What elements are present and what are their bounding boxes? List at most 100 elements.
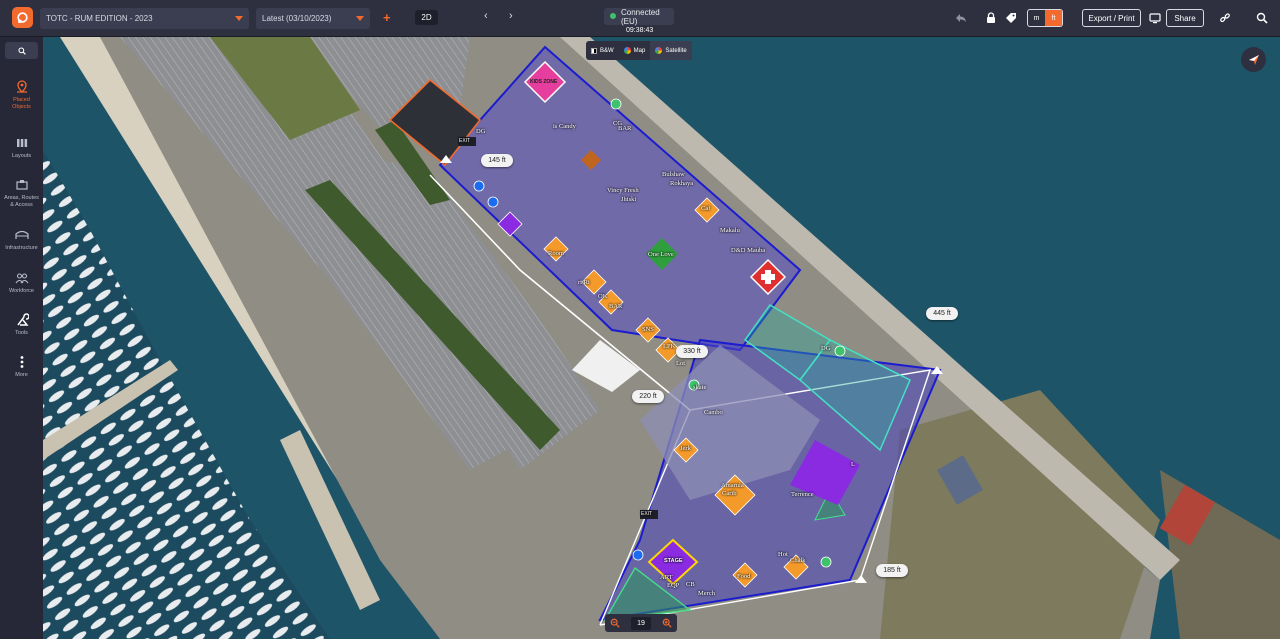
search-icon[interactable] [1255, 11, 1269, 25]
app-logo-icon[interactable] [12, 7, 33, 28]
layer-bw-label: B&W [600, 47, 614, 54]
sidebar-item-infrastructure[interactable]: Infrastructure [0, 228, 43, 252]
areas-icon [15, 180, 28, 190]
sidebar-item-layouts[interactable]: Layouts [0, 136, 43, 160]
infrastructure-icon [14, 230, 29, 239]
connection-status-label: Connected (EU) [621, 7, 660, 26]
chevron-right-icon[interactable]: › [509, 10, 513, 22]
connection-status: Connected (EU) [604, 7, 674, 26]
distance-label: 445 ft [926, 307, 958, 320]
map-canvas[interactable]: 145 ft 445 ft 330 ft 220 ft 185 ft KIDS … [43, 37, 1280, 639]
google-icon [623, 47, 631, 54]
chevron-down-icon [235, 16, 243, 21]
vendor-label: Merch [698, 590, 715, 597]
tools-icon [16, 313, 29, 326]
layouts-icon [16, 139, 27, 147]
vendor-label: Chalk [790, 557, 806, 564]
link-icon[interactable] [1218, 11, 1232, 25]
layer-map-option[interactable]: Map [619, 41, 651, 60]
sidebar-item-label: Areas, Routes & Access [4, 195, 39, 208]
unit-toggle[interactable]: m ft [1027, 9, 1063, 27]
vendor-label: CB [686, 581, 695, 588]
vendor-label: skate [693, 384, 707, 391]
export-print-button[interactable]: Export / Print [1082, 9, 1141, 27]
zoom-out-icon[interactable] [610, 618, 620, 628]
exit-label: EXIT [641, 511, 653, 517]
vendor-label: Jhiski [621, 196, 637, 203]
search-icon [17, 46, 26, 55]
vendor-label: Bulshaw [662, 171, 685, 178]
google-icon [655, 47, 663, 54]
sidebar-item-tools[interactable]: Tools [0, 313, 43, 337]
sidebar-item-workforce[interactable]: Workforce [0, 271, 43, 295]
version-select-value: Latest (03/10/2023) [262, 14, 332, 23]
vendor-label: D&D Mauba [731, 247, 766, 254]
sidebar-item-areas[interactable]: Areas, Routes & Access [0, 178, 43, 209]
zoom-level: 19 [631, 616, 651, 630]
vendor-label: Lot [676, 360, 686, 367]
vendor-label: Hot [778, 551, 788, 558]
layer-satellite-label: Satellite [665, 47, 687, 54]
sidebar: Placed Objects Layouts Areas, Routes & A… [0, 37, 43, 639]
distance-label: 220 ft [632, 390, 664, 403]
clock: 09:38:43 [626, 27, 654, 34]
status-dot-icon [610, 13, 616, 19]
vendor-label: DG [476, 128, 486, 135]
sidebar-item-label: Tools [15, 330, 28, 336]
unit-meters-option[interactable]: m [1028, 10, 1045, 26]
sidebar-item-label: More [15, 372, 28, 378]
chevron-left-icon[interactable]: ‹ [484, 10, 488, 22]
sidebar-item-label: Layouts [11, 153, 32, 159]
workforce-icon [15, 273, 28, 284]
layer-map-label: Map [633, 47, 646, 54]
vendor-label: Food [737, 573, 751, 580]
event-select[interactable]: TOTC - RUM EDITION - 2023 [40, 8, 249, 29]
exit-label: EXIT [459, 138, 471, 144]
vendor-label: SNS [642, 326, 654, 333]
vendor-label: EQP [667, 582, 680, 589]
distance-label: 330 ft [676, 345, 708, 358]
zoom-control: 19 [605, 614, 677, 632]
unit-feet-option[interactable]: ft [1045, 10, 1062, 26]
lock-icon[interactable] [984, 11, 998, 25]
event-select-value: TOTC - RUM EDITION - 2023 [46, 14, 153, 23]
vendor-label: BAR [609, 303, 623, 310]
vendor-label: is Candy [553, 123, 576, 130]
top-toolbar: TOTC - RUM EDITION - 2023 Latest (03/10/… [0, 0, 1280, 37]
tag-visibility-icon[interactable] [1004, 11, 1018, 25]
chevron-down-icon [356, 16, 364, 21]
compass-button[interactable] [1241, 47, 1266, 72]
zoom-in-icon[interactable] [662, 618, 672, 628]
add-icon[interactable]: + [383, 10, 391, 25]
vendor-label: LPK [663, 343, 676, 350]
vendor-label: ART [660, 574, 673, 581]
vendor-label: Rokhaya [670, 180, 694, 187]
monitor-icon[interactable] [1148, 11, 1162, 25]
sidebar-item-more[interactable]: More [0, 355, 43, 379]
vendor-label: ri Ri [578, 279, 590, 286]
undo-icon[interactable] [954, 11, 968, 25]
satellite-map[interactable] [43, 37, 1280, 639]
layer-satellite-option[interactable]: Satellite [650, 41, 692, 60]
kids-zone-label: KIDS ZONE [530, 79, 558, 85]
vendor-label: Amarula [721, 482, 744, 489]
layer-bw-option[interactable]: B&W [586, 41, 619, 60]
vendor-label: Jerk [680, 445, 691, 452]
vendor-label: Vincy Fresh [607, 187, 639, 194]
vendor-label: L [851, 461, 855, 468]
sidebar-item-placed-objects[interactable]: Placed Objects [0, 80, 43, 111]
sidebar-item-label: Placed Objects [12, 97, 31, 110]
map-pin-icon [16, 80, 27, 93]
vendor-label: Makalu [720, 227, 740, 234]
view-mode-button[interactable]: 2D [415, 10, 438, 25]
sidebar-search-button[interactable] [5, 42, 38, 59]
vendor-label: One Love [648, 251, 674, 258]
share-button[interactable]: Share [1166, 9, 1204, 27]
more-icon [20, 356, 23, 368]
vendor-label: OK [598, 293, 608, 300]
version-select[interactable]: Latest (03/10/2023) [256, 8, 370, 29]
vendor-label: CG [613, 120, 623, 127]
vendor-label: Carib [722, 490, 737, 497]
sidebar-item-label: Infrastructure [5, 245, 38, 251]
vendor-label: Terrence [791, 491, 814, 498]
